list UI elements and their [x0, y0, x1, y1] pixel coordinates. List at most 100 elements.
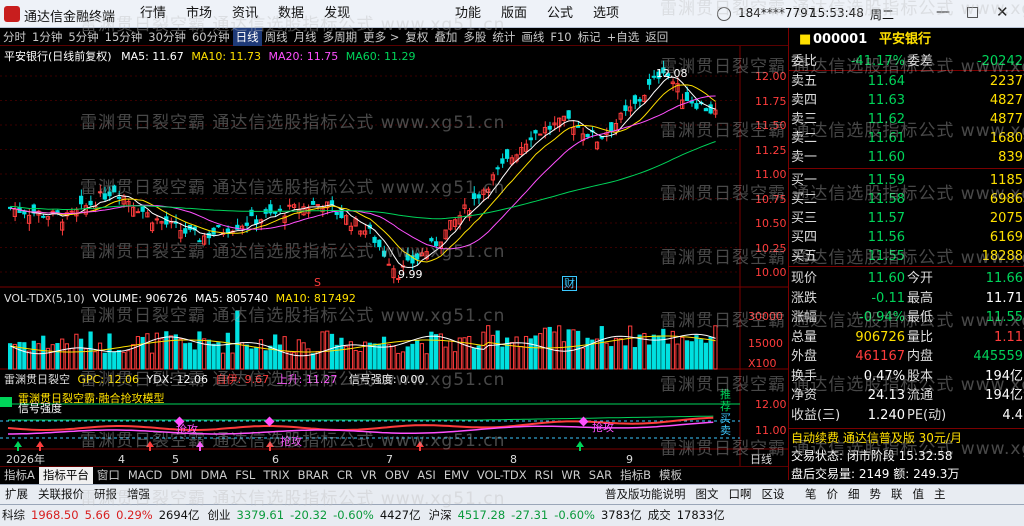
toolbar-item[interactable]: 分时: [0, 28, 29, 46]
toolbar-item[interactable]: 标记: [575, 28, 604, 46]
toolbar-item[interactable]: 60分钟: [189, 28, 233, 46]
indicator-tab[interactable]: 指标B: [616, 467, 655, 484]
y-tick: 11.00: [755, 168, 787, 181]
menu-item[interactable]: 版面: [491, 0, 537, 28]
quote-detail-tab[interactable]: 联: [886, 485, 908, 504]
indicator-tab[interactable]: TRIX: [259, 467, 293, 484]
menu-item[interactable]: 市场: [176, 0, 222, 28]
bottom-right-tab[interactable]: 口啊: [724, 485, 757, 504]
bottom-tab[interactable]: 扩展: [0, 485, 33, 504]
indicator-tab[interactable]: DMA: [197, 467, 232, 484]
bid-row[interactable]: 买五 11.55 18288: [789, 247, 1024, 266]
candle-body: [708, 104, 713, 114]
toolbar-item[interactable]: 复权: [402, 28, 431, 46]
star-icon[interactable]: ■: [799, 30, 811, 49]
volume-bar: [211, 343, 216, 370]
ask-row[interactable]: 卖三 11.62 4877: [789, 110, 1024, 129]
volume-bar: [400, 351, 406, 370]
toolbar-item[interactable]: 30分钟: [145, 28, 189, 46]
minimize-icon[interactable]: —: [936, 4, 950, 20]
indicator-tab[interactable]: CR: [333, 467, 357, 484]
bottom-tab[interactable]: 增强: [122, 485, 155, 504]
ma10-label: MA10: 11.73: [191, 50, 262, 63]
quote-detail-tab[interactable]: 主: [929, 485, 951, 504]
toolbar-item[interactable]: 多股: [460, 28, 489, 46]
volume-bar: [55, 343, 60, 370]
bottom-tab[interactable]: 关联报价: [33, 485, 89, 504]
indicator-tab[interactable]: VOL-TDX: [473, 467, 531, 484]
indicator-tab[interactable]: MACD: [124, 467, 166, 484]
indicator-tab[interactable]: VR: [357, 467, 381, 484]
indicator-tab[interactable]: WR: [557, 467, 584, 484]
ask-row[interactable]: 卖四 11.63 4827: [789, 91, 1024, 110]
index-name[interactable]: 创业: [208, 508, 231, 522]
menu-item[interactable]: 公式: [537, 0, 583, 28]
quote-detail-tab[interactable]: 细: [843, 485, 865, 504]
ask-volume: 4827: [989, 93, 1023, 108]
toolbar-item[interactable]: 更多 >: [360, 28, 402, 46]
indicator-tab[interactable]: BRAR: [294, 467, 333, 484]
volume-bar: [334, 344, 339, 370]
toolbar-item[interactable]: 画线: [518, 28, 547, 46]
indicator-tab[interactable]: DMI: [166, 467, 196, 484]
indicator-tab[interactable]: FSL: [231, 467, 259, 484]
ask-row[interactable]: 卖一 11.60 839: [789, 148, 1024, 167]
indicator-tab[interactable]: 指标平台: [38, 467, 93, 484]
close-icon[interactable]: ✕: [996, 3, 1009, 21]
toolbar-item[interactable]: 多周期: [320, 28, 361, 46]
index-name[interactable]: 沪深: [429, 508, 452, 522]
quote-detail-tab[interactable]: 价: [822, 485, 844, 504]
indicator-tab[interactable]: 窗口: [93, 467, 124, 484]
user-icon[interactable]: [717, 7, 731, 21]
volume-bar: [17, 341, 22, 370]
indicator-tab[interactable]: 指标A: [0, 467, 39, 484]
ask-label: 卖三: [791, 112, 818, 127]
quote-detail-tab[interactable]: 值: [908, 485, 930, 504]
indicator-tab[interactable]: 模板: [655, 467, 686, 484]
menu-item[interactable]: 数据: [268, 0, 314, 28]
stat-value: -0.11: [871, 290, 905, 306]
bottom-right-tab[interactable]: 图文: [691, 485, 724, 504]
menu-item[interactable]: 发现: [314, 0, 360, 28]
ask-row[interactable]: 卖五 11.64 2237: [789, 72, 1024, 91]
x-axis-period-label[interactable]: 日线: [750, 453, 772, 466]
quote-detail-tab[interactable]: 势: [865, 485, 887, 504]
bid-row[interactable]: 买三 11.57 2075: [789, 209, 1024, 228]
index-value: 4517.28: [457, 508, 506, 522]
bottom-right-tab[interactable]: 区设: [757, 485, 790, 504]
toolbar-item[interactable]: 统计: [489, 28, 518, 46]
bottom-right-tab[interactable]: 普及版功能说明: [600, 485, 691, 504]
volume-bar: [36, 343, 41, 370]
toolbar-item[interactable]: 15分钟: [102, 28, 146, 46]
indicator-tab[interactable]: SAR: [585, 467, 616, 484]
menu-item[interactable]: 行情: [130, 0, 176, 28]
toolbar-item[interactable]: 叠加: [431, 28, 460, 46]
menu-item[interactable]: 选项: [583, 0, 629, 28]
volume-bar: [391, 346, 396, 370]
toolbar-item[interactable]: 返回: [642, 28, 671, 46]
indicator-tab[interactable]: OBV: [381, 467, 413, 484]
menu-item[interactable]: 资讯: [222, 0, 268, 28]
indicator-tab[interactable]: EMV: [440, 467, 473, 484]
indicator-tab[interactable]: ASI: [413, 467, 440, 484]
index-name[interactable]: 科综: [2, 508, 25, 522]
y-tick: 10.25: [755, 241, 787, 255]
toolbar-item[interactable]: 日线: [232, 28, 262, 46]
indicator-tab[interactable]: RSI: [531, 467, 558, 484]
bid-row[interactable]: 买二 11.58 6986: [789, 190, 1024, 209]
toolbar-item[interactable]: 1分钟: [29, 28, 65, 46]
user-name[interactable]: 184****7797: [738, 6, 815, 20]
toolbar-item[interactable]: 5分钟: [65, 28, 101, 46]
toolbar-item[interactable]: 月线: [291, 28, 320, 46]
ask-row[interactable]: 卖二 11.61 1680: [789, 129, 1024, 148]
bid-row[interactable]: 买四 11.56 6169: [789, 228, 1024, 247]
promo-text[interactable]: 自动续费 通达信普及版 30元/月: [791, 429, 962, 448]
quote-detail-tab[interactable]: 笔: [800, 485, 822, 504]
maximize-icon[interactable]: □: [966, 4, 979, 20]
toolbar-item[interactable]: F10: [547, 28, 574, 46]
menu-item[interactable]: 功能: [445, 0, 491, 28]
bid-row[interactable]: 买一 11.59 1185: [789, 171, 1024, 190]
toolbar-item[interactable]: 周线: [262, 28, 291, 46]
bottom-tab[interactable]: 研报: [89, 485, 122, 504]
toolbar-item[interactable]: +自选: [604, 28, 643, 46]
